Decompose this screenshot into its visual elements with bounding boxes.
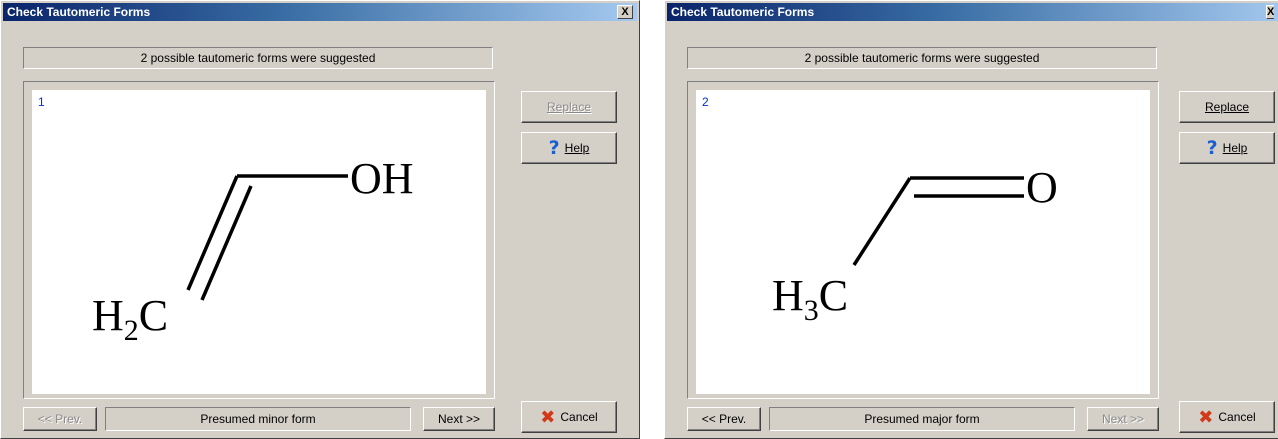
status-text: 2 possible tautomeric forms were suggest… (687, 47, 1157, 69)
replace-label: Replace (546, 100, 592, 114)
close-button[interactable]: X (617, 5, 633, 19)
form-type-label: Presumed major form (769, 407, 1075, 431)
cancel-button[interactable]: ✖ Cancel (1179, 401, 1275, 433)
help-button[interactable]: ? Help (1179, 132, 1275, 164)
structure-preview: 2 O H3C (696, 90, 1150, 394)
svg-text:H2C: H2C (92, 291, 168, 347)
tautomer-dialog-minor: Check Tautomeric Forms X 2 possible taut… (0, 0, 640, 439)
x-mark-icon: ✖ (1198, 406, 1214, 428)
cancel-label: Cancel (1218, 410, 1256, 424)
dialog-title: Check Tautomeric Forms (7, 5, 151, 19)
help-button[interactable]: ? Help (521, 132, 617, 164)
title-bar[interactable]: Check Tautomeric Forms X (3, 3, 637, 21)
carbon-hydrogen-label: H (772, 271, 804, 320)
prev-button[interactable]: << Prev. (23, 407, 97, 431)
bond-single (852, 177, 912, 266)
hydrogen-count: 3 (804, 294, 819, 327)
question-mark-icon: ? (548, 137, 560, 159)
x-mark-icon: ✖ (540, 406, 556, 428)
replace-button[interactable]: Replace (1179, 91, 1275, 123)
carbon-label: C (819, 271, 848, 320)
title-bar[interactable]: Check Tautomeric Forms X (667, 3, 1278, 21)
replace-label: Replace (1204, 100, 1250, 114)
close-button[interactable]: X (1266, 5, 1274, 19)
molecule-enol: OH H2C (92, 154, 414, 347)
help-label: Help (564, 141, 590, 155)
structure-preview: 1 OH H2C (32, 90, 486, 394)
form-type-label: Presumed minor form (105, 407, 411, 431)
next-button[interactable]: Next >> (423, 407, 495, 431)
help-label: Help (1222, 141, 1248, 155)
carbon-hydrogen-label: H (92, 291, 124, 340)
question-mark-icon: ? (1206, 137, 1218, 159)
molecule-aldehyde: O H3C (772, 163, 1058, 327)
cancel-button[interactable]: ✖ Cancel (521, 401, 617, 433)
carbon-label: C (139, 291, 168, 340)
oxygen-label: O (1026, 163, 1058, 212)
prev-button[interactable]: << Prev. (687, 407, 761, 431)
svg-text:H3C: H3C (772, 271, 848, 327)
next-button[interactable]: Next >> (1087, 407, 1159, 431)
tautomer-dialog-major: Check Tautomeric Forms X 2 possible taut… (664, 0, 1278, 439)
hydrogen-count: 2 (124, 314, 139, 347)
status-text: 2 possible tautomeric forms were suggest… (23, 47, 493, 69)
replace-button[interactable]: Replace (521, 91, 617, 123)
hydroxyl-label: OH (350, 154, 414, 203)
dialog-title: Check Tautomeric Forms (671, 5, 815, 19)
cancel-label: Cancel (560, 410, 598, 424)
